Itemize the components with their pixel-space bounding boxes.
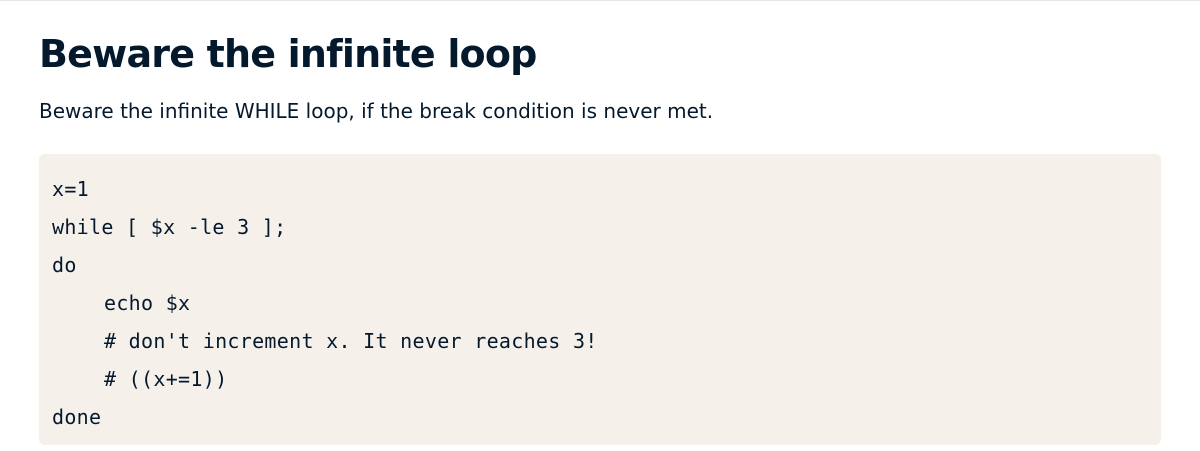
code-block[interactable]: x=1 while [ $x -le 3 ]; do echo $x # don… — [39, 154, 1161, 445]
code-line: echo $x — [104, 291, 191, 315]
top-divider — [0, 0, 1200, 1]
code-line: while [ $x -le 3 ]; — [52, 215, 287, 239]
code-line: # don't increment x. It never reaches 3! — [104, 329, 598, 353]
code-line: # ((x+=1)) — [104, 367, 228, 391]
code-line: x=1 — [52, 177, 90, 201]
section-heading: Beware the infinite loop — [39, 32, 537, 76]
code-line: do — [52, 253, 77, 277]
code-line: done — [52, 405, 102, 429]
section-intro: Beware the infinite WHILE loop, if the b… — [39, 99, 714, 123]
